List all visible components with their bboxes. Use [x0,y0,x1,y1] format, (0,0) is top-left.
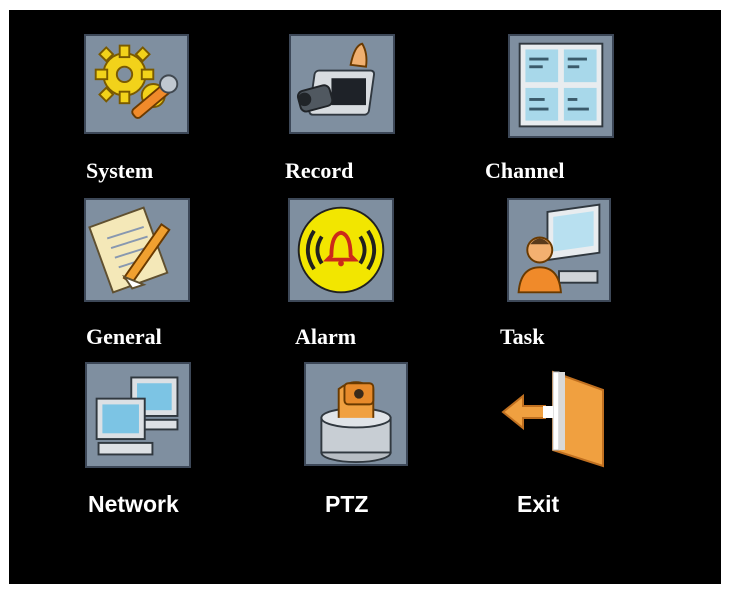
menu-item-system-label: System [86,158,154,183]
menu-item-record-label: Record [285,158,354,183]
menu-item-network[interactable]: Network [85,362,205,522]
camera-recorder-icon [289,34,395,134]
user-monitor-icon [507,198,611,302]
ptz-camera-icon [304,362,408,466]
menu-item-ptz[interactable]: PTZ [304,362,414,522]
main-menu-screen: System Record Channel General Alarm Task… [9,10,721,584]
menu-item-exit[interactable]: Exit [499,362,619,522]
alarm-bell-icon [288,198,394,302]
menu-item-ptz-label: PTZ [325,491,369,517]
menu-item-task-label: Task [500,324,545,349]
exit-door-icon [499,362,613,468]
menu-item-general[interactable]: General [84,198,204,354]
menu-item-system[interactable]: System [84,34,194,184]
network-computers-icon [85,362,191,468]
menu-item-general-label: General [86,324,162,349]
menu-item-network-label: Network [88,491,179,517]
gear-wrench-icon [84,34,189,134]
menu-item-task[interactable]: Task [499,198,619,354]
menu-item-record[interactable]: Record [285,34,395,184]
channel-grid-icon [508,34,614,138]
menu-item-channel-label: Channel [485,158,565,183]
menu-item-channel[interactable]: Channel [484,34,614,184]
notepad-pencil-icon [84,198,190,302]
menu-item-exit-label: Exit [517,491,560,517]
menu-item-alarm[interactable]: Alarm [288,198,398,354]
menu-item-alarm-label: Alarm [295,324,357,349]
